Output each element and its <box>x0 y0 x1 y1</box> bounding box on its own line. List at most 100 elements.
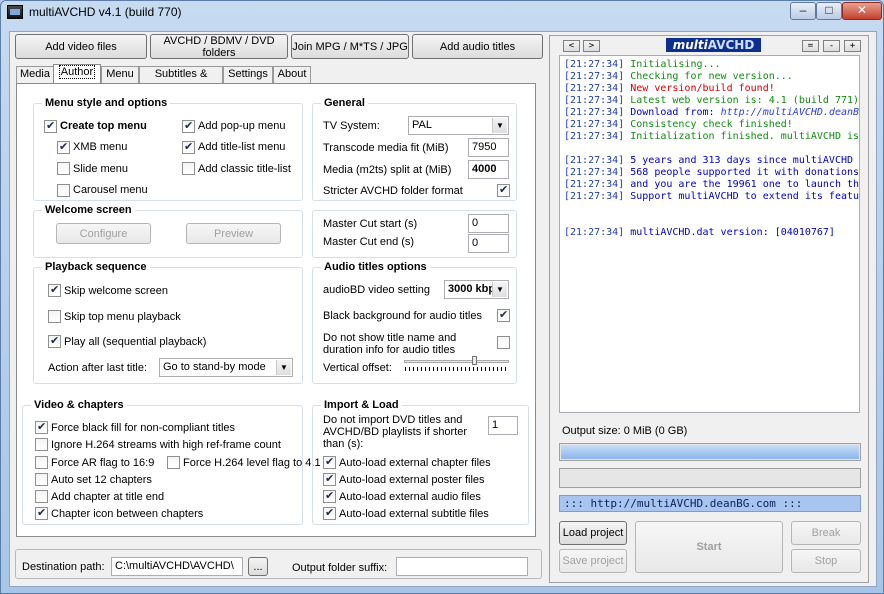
tab-menu[interactable]: Menu <box>101 66 139 83</box>
destination-path-label: Destination path: <box>22 561 105 573</box>
auto-load-chapter-checkbox[interactable] <box>323 455 336 469</box>
master-cut-start-input[interactable]: 0 <box>468 214 509 233</box>
tab-settings[interactable]: Settings <box>223 66 273 83</box>
no-title-info-checkbox[interactable] <box>497 336 510 349</box>
add-title-list-checkbox[interactable] <box>182 140 195 154</box>
chapter-icon-checkbox[interactable] <box>35 506 48 520</box>
slider-ticks <box>405 367 509 371</box>
skip-top-menu-label: Skip top menu playback <box>64 311 181 323</box>
chevron-down-icon: ▼ <box>492 282 507 297</box>
log-link[interactable]: http://multiAVCHD.deanBG <box>721 107 859 118</box>
xmb-menu-label: XMB menu <box>73 141 128 153</box>
output-size-label: Output size: 0 MiB (0 GB) <box>562 425 688 437</box>
save-project-button[interactable]: Save project <box>559 549 627 573</box>
close-button[interactable]: ✕ <box>842 2 882 20</box>
play-all-label: Play all (sequential playback) <box>64 336 207 348</box>
progress-bar-1 <box>559 443 861 461</box>
nav-next-button[interactable]: > <box>583 40 600 52</box>
force-black-fill-checkbox[interactable] <box>35 420 48 434</box>
add-classic-title-list-checkbox[interactable] <box>182 162 195 175</box>
tv-system-select[interactable]: PAL ▼ <box>408 116 509 135</box>
avchd-folders-button[interactable]: AVCHD / BDMV / DVD folders <box>150 34 288 59</box>
auto-load-poster-checkbox[interactable] <box>323 472 336 486</box>
add-popup-menu-checkbox[interactable] <box>182 119 195 133</box>
group-title: Welcome screen <box>42 204 135 216</box>
preview-button[interactable]: Preview <box>186 223 281 244</box>
zoom-out-button[interactable]: - <box>823 40 840 52</box>
auto-load-poster-label: Auto-load external poster files <box>339 474 485 486</box>
log-line: [21:27:34] Latest web version is: 4.1 (b… <box>564 95 859 107</box>
ignore-h264-label: Ignore H.264 streams with high ref-frame… <box>51 439 281 451</box>
skip-top-menu-checkbox[interactable] <box>48 310 61 323</box>
browse-button[interactable]: ... <box>248 557 268 576</box>
slider-thumb[interactable] <box>472 356 477 365</box>
multiavchd-logo: multiAVCHD <box>666 38 761 52</box>
minimize-button[interactable]: ‒ <box>790 2 816 20</box>
log-message: and you are the 19961 one to launch the <box>630 179 860 190</box>
force-h264-level-checkbox[interactable] <box>167 456 180 469</box>
force-ar-checkbox[interactable] <box>35 456 48 469</box>
black-background-checkbox[interactable] <box>497 308 510 322</box>
master-cut-end-input[interactable]: 0 <box>468 234 509 253</box>
start-button[interactable]: Start <box>635 521 783 573</box>
join-mpg-button[interactable]: Join MPG / M*TS / JPG <box>291 34 409 59</box>
master-cut-start-label: Master Cut start (s) <box>323 218 418 230</box>
no-import-input[interactable]: 1 <box>488 416 518 435</box>
destination-path-input[interactable]: C:\multiAVCHD\AVCHD\ <box>111 557 243 576</box>
add-classic-title-list-label: Add classic title-list <box>198 163 291 175</box>
slide-menu-checkbox[interactable] <box>57 162 70 175</box>
ignore-h264-checkbox[interactable] <box>35 438 48 451</box>
create-top-menu-label: Create top menu <box>60 120 147 132</box>
chapter-icon-label: Chapter icon between chapters <box>51 508 204 520</box>
auto-load-chapter-label: Auto-load external chapter files <box>339 457 491 469</box>
tab-media[interactable]: Media <box>16 66 54 83</box>
break-button[interactable]: Break <box>791 521 861 545</box>
configure-button[interactable]: Configure <box>56 223 151 244</box>
skip-welcome-label: Skip welcome screen <box>64 285 168 297</box>
action-after-last-select[interactable]: Go to stand-by mode ▼ <box>159 358 293 377</box>
auto-set-chapters-label: Auto set 12 chapters <box>51 474 152 486</box>
log-line: [21:27:34] Consistency check finished! <box>564 119 859 131</box>
play-all-checkbox[interactable] <box>48 334 61 348</box>
add-chapter-end-checkbox[interactable] <box>35 490 48 503</box>
add-chapter-end-label: Add chapter at title end <box>51 491 165 503</box>
create-top-menu-checkbox[interactable] <box>44 119 57 133</box>
audiobd-video-select[interactable]: 3000 kbp ▼ <box>444 280 509 299</box>
load-project-button[interactable]: Load project <box>559 521 627 545</box>
split-at-label: Media (m2ts) split at (MiB) <box>323 164 452 176</box>
tab-author[interactable]: Author <box>53 64 101 84</box>
tab-about[interactable]: About <box>273 66 311 83</box>
nav-prev-button[interactable]: < <box>563 40 580 52</box>
action-after-last-value: Go to stand-by mode <box>163 361 266 373</box>
transcode-fit-input[interactable]: 7950 <box>468 138 509 157</box>
auto-load-audio-checkbox[interactable] <box>323 489 336 503</box>
log-message: 568 people supported it with donations <box>630 167 860 178</box>
add-video-files-button[interactable]: Add video files <box>15 34 147 59</box>
log-output[interactable]: [21:27:34] Initialising... [21:27:34] Che… <box>559 55 860 413</box>
output-suffix-input[interactable] <box>396 557 528 576</box>
skip-welcome-checkbox[interactable] <box>48 283 61 297</box>
log-line: [21:27:34] and you are the 19961 one to … <box>564 179 859 191</box>
carousel-menu-checkbox[interactable] <box>57 184 70 197</box>
maximize-button[interactable]: □ <box>816 2 842 20</box>
log-line: [21:27:34] multiAVCHD.dat version: [0401… <box>564 227 859 239</box>
add-title-list-label: Add title-list menu <box>198 141 286 153</box>
output-suffix-label: Output folder suffix: <box>292 562 388 574</box>
add-audio-titles-button[interactable]: Add audio titles <box>412 34 543 59</box>
collapse-button[interactable]: = <box>802 40 819 52</box>
slider-track <box>404 360 509 363</box>
group-title: Audio titles options <box>321 261 430 273</box>
log-timestamp: [21:27:34] <box>564 227 625 238</box>
zoom-in-button[interactable]: + <box>844 40 861 52</box>
stricter-avchd-checkbox[interactable] <box>497 183 510 197</box>
stop-button[interactable]: Stop <box>791 549 861 573</box>
auto-set-chapters-checkbox[interactable] <box>35 473 48 486</box>
title-bar[interactable]: multiAVCHD v4.1 (build 770) ‒ □ ✕ <box>1 1 883 23</box>
log-line: [21:27:34] New version/build found! <box>564 83 859 95</box>
auto-load-subtitle-checkbox[interactable] <box>323 506 336 520</box>
tab-subtitles-audio[interactable]: Subtitles & Audio <box>139 66 223 95</box>
split-at-input[interactable]: 4000 <box>468 160 509 179</box>
website-link[interactable]: ::: http://multiAVCHD.deanBG.com ::: <box>559 495 861 512</box>
xmb-menu-checkbox[interactable] <box>57 140 70 154</box>
